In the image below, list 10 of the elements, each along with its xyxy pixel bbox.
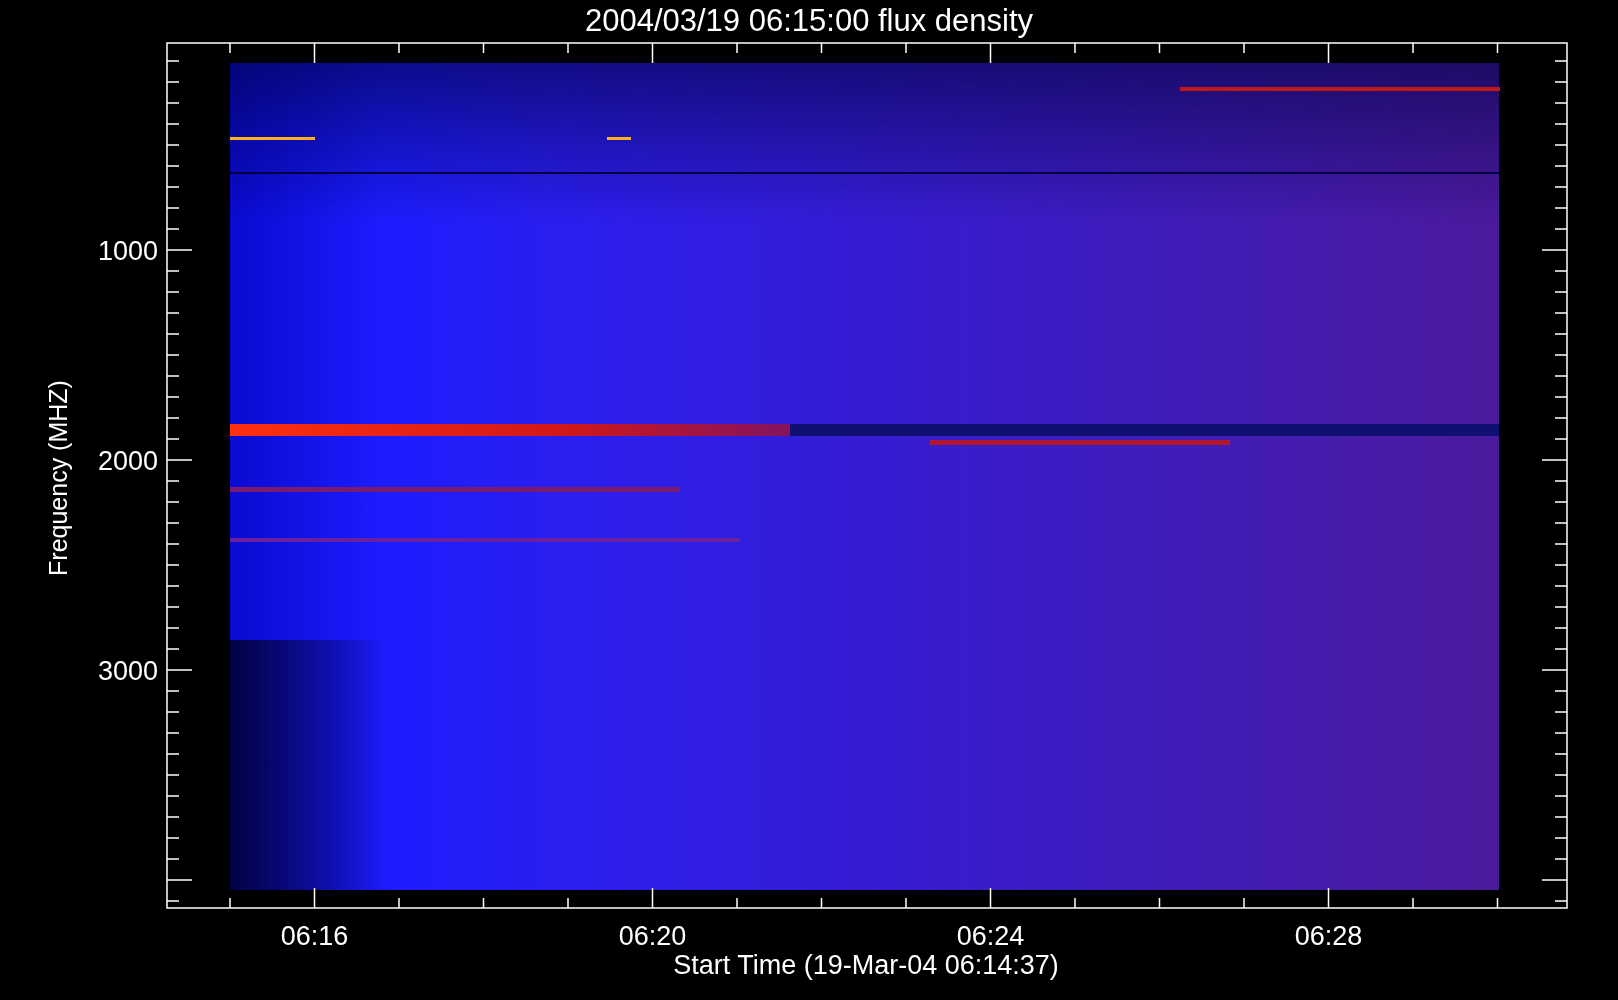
- x-tick-label: 06:16: [280, 921, 349, 951]
- x-axis-title: Start Time (19-Mar-04 06:14:37): [673, 950, 1059, 980]
- y-axis-title: Frequency (MHZ): [44, 380, 72, 576]
- x-tick-label: 06:24: [956, 921, 1025, 951]
- y-tick-label: 1000: [97, 236, 158, 266]
- y-tick-label: 3000: [97, 656, 158, 686]
- x-tick-label: 06:20: [618, 921, 687, 951]
- y-tick-label: 2000: [97, 446, 158, 476]
- x-tick-label: 06:28: [1294, 921, 1363, 951]
- chart-title: 2004/03/19 06:15:00 flux density: [584, 3, 1034, 38]
